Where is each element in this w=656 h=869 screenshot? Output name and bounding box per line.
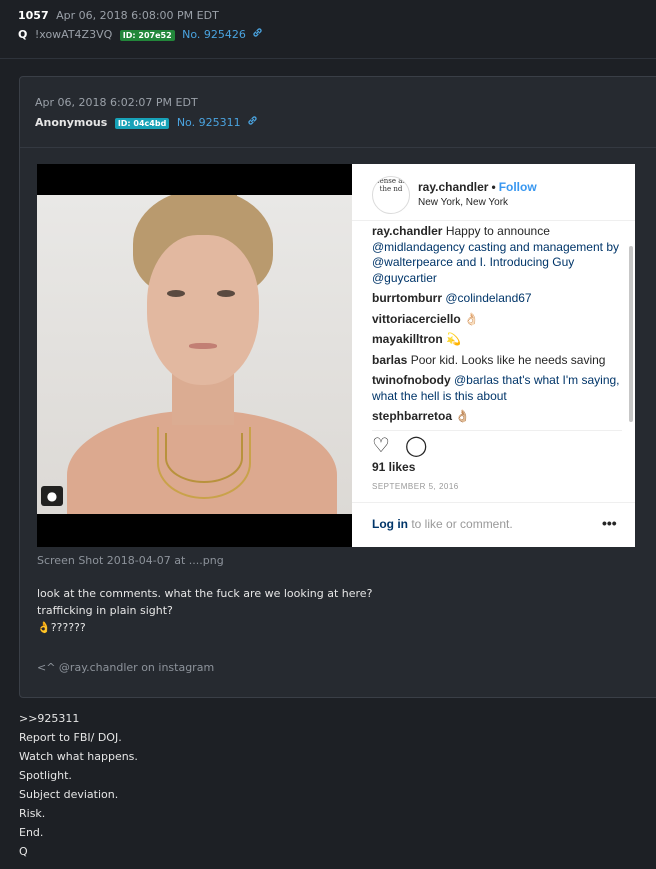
follow-button[interactable]: Follow [499, 180, 537, 194]
likes-count[interactable]: 91 likes [372, 460, 415, 474]
list-item: ray.chandler Happy to announce @midlanda… [372, 224, 619, 285]
portrait-photo: ● [37, 195, 352, 514]
scrollbar[interactable] [629, 246, 633, 422]
comment-icon[interactable]: ◯ [405, 433, 427, 458]
login-link[interactable]: Log in [372, 517, 408, 531]
link-icon[interactable] [252, 26, 263, 44]
quoted-body: look at the comments. what the fuck are … [37, 587, 373, 634]
post-header: 1057 Apr 06, 2018 6:08:00 PM EDT Q !xowA… [18, 8, 263, 44]
screenshot-image[interactable]: ● sense as the nd ray.chandler • Follow Ne… [37, 164, 635, 547]
post-number: 1057 [18, 9, 49, 22]
comments-list: ray.chandler Happy to announce @midlanda… [372, 224, 622, 424]
list-item: stephbarretoa 👌🏼 [372, 409, 471, 423]
post-body: >>925311 Report to FBI/ DOJ. Watch what … [19, 709, 138, 861]
post-tripcode: !xowAT4Z3VQ [34, 28, 113, 41]
ig-username[interactable]: ray.chandler [418, 180, 488, 194]
quoted-signature: <^ @ray.chandler on instagram [37, 661, 215, 674]
quoted-number-link[interactable]: No. 925311 [177, 116, 241, 129]
link-icon[interactable] [247, 115, 258, 131]
more-icon[interactable]: ••• [602, 515, 617, 531]
post-author: Q [18, 28, 28, 41]
instagram-panel: sense as the nd ray.chandler • Follow New … [352, 164, 635, 547]
post-timestamp: Apr 06, 2018 6:08:00 PM EDT [56, 9, 219, 22]
heart-icon[interactable]: ♡ [372, 433, 390, 458]
quoted-post: Apr 06, 2018 6:02:07 PM EDT Anonymous ID… [19, 76, 656, 698]
ig-location[interactable]: New York, New York [418, 197, 508, 208]
divider [0, 58, 656, 59]
quoted-divider [20, 147, 656, 148]
post-id-badge[interactable]: ID: 207e52 [119, 29, 175, 41]
quoted-author: Anonymous [35, 116, 108, 129]
quoted-id-badge[interactable]: ID: 04c4bd [114, 117, 170, 129]
list-item: vittoriacerciello 👌🏻 [372, 311, 479, 326]
list-item: mayakilltron 💫 [372, 332, 461, 346]
list-item: barlas Poor kid. Looks like he needs sav… [372, 352, 606, 367]
quoted-timestamp: Apr 06, 2018 6:02:07 PM EDT [35, 96, 198, 109]
list-item: twinofnobody @barlas that's what I'm say… [372, 373, 620, 403]
reply-link[interactable]: >>925311 [19, 709, 138, 728]
image-caption[interactable]: Screen Shot 2018-04-07 at ....png [37, 554, 224, 568]
avatar[interactable]: sense as the nd [372, 176, 410, 214]
post-date: SEPTEMBER 5, 2016 [372, 482, 459, 491]
list-item: burrtomburr @colindeland67 [372, 291, 532, 305]
ig-dot: • [491, 180, 496, 194]
person-icon[interactable]: ● [41, 486, 63, 506]
post-number-link[interactable]: No. 925426 [182, 28, 246, 41]
